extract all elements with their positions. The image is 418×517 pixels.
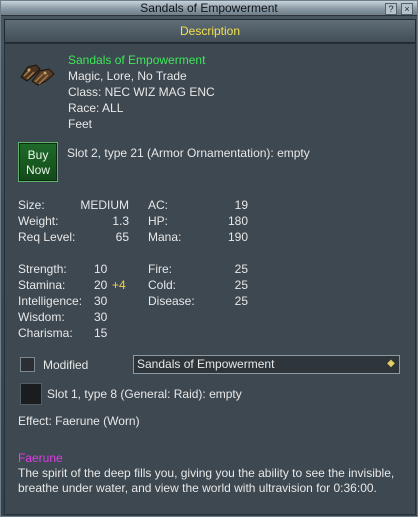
item-class: Class: NEC WIZ MAG ENC <box>68 85 215 99</box>
augment-slot-1: Slot 1, type 8 (General: Raid): empty <box>47 387 242 401</box>
help-button[interactable]: ? <box>385 3 397 15</box>
hp-label: HP: <box>148 214 169 228</box>
intelligence-label: Intelligence: <box>18 294 83 308</box>
reqlevel-label: Req Level: <box>18 230 76 244</box>
strength-label: Strength: <box>18 262 67 276</box>
weight-label: Weight: <box>18 214 59 228</box>
spell-name: Faerune <box>18 451 63 465</box>
ac-value: 19 <box>234 198 248 212</box>
stamina-label: Stamina: <box>18 278 66 292</box>
item-name: Sandals of Empowerment <box>68 53 206 67</box>
dropdown-selected-value: Sandals of Empowerment <box>137 357 275 371</box>
intelligence-value: 30 <box>94 294 108 308</box>
buy-now-button[interactable]: Buy Now <box>18 142 58 182</box>
wisdom-value: 30 <box>94 310 108 324</box>
weight-value: 1.3 <box>112 214 129 228</box>
augment-slot-2: Slot 2, type 21 (Armor Ornamentation): e… <box>67 146 310 160</box>
disease-label: Disease: <box>148 294 195 308</box>
wisdom-label: Wisdom: <box>18 310 65 324</box>
mana-label: Mana: <box>148 230 182 244</box>
modified-checkbox[interactable] <box>20 357 35 372</box>
item-race: Race: ALL <box>68 101 124 115</box>
buy-now-line1: Buy <box>27 148 49 162</box>
title-bar[interactable]: Sandals of Empowerment ? × <box>1 1 417 16</box>
buy-now-line2: Now <box>25 163 50 177</box>
cold-label: Cold: <box>148 278 177 292</box>
charisma-value: 15 <box>94 326 108 340</box>
window-title: Sandals of Empowerment <box>140 1 278 15</box>
tab-description[interactable]: Description <box>4 19 416 43</box>
charisma-label: Charisma: <box>18 326 73 340</box>
cold-value: 25 <box>234 278 248 292</box>
strength-value: 10 <box>94 262 108 276</box>
augment-slot-icon[interactable] <box>20 383 42 405</box>
modified-label: Modified <box>43 358 89 372</box>
item-display-window: Sandals of Empowerment ? × Description S… <box>0 0 418 517</box>
item-variant-dropdown[interactable]: Sandals of Empowerment ◆ <box>133 355 400 374</box>
dropdown-arrow-icon[interactable]: ◆ <box>385 358 397 370</box>
hp-value: 180 <box>227 214 248 228</box>
sandals-item-icon <box>18 55 58 89</box>
item-slot: Feet <box>68 117 93 131</box>
item-flags: Magic, Lore, No Trade <box>68 69 187 83</box>
spell-description: The spirit of the deep fills you, giving… <box>18 466 395 495</box>
ac-label: AC: <box>148 198 169 212</box>
effect-line: Effect: Faerune (Worn) <box>18 414 140 428</box>
fire-value: 25 <box>234 262 248 276</box>
stamina-value: 20 <box>94 278 108 292</box>
close-button[interactable]: × <box>401 3 413 15</box>
mana-value: 190 <box>227 230 248 244</box>
disease-value: 25 <box>234 294 248 308</box>
fire-label: Fire: <box>148 262 172 276</box>
stamina-bonus: +4 <box>112 278 126 292</box>
size-label: Size: <box>18 198 45 212</box>
size-value: MEDIUM <box>80 198 129 212</box>
reqlevel-value: 65 <box>115 230 129 244</box>
